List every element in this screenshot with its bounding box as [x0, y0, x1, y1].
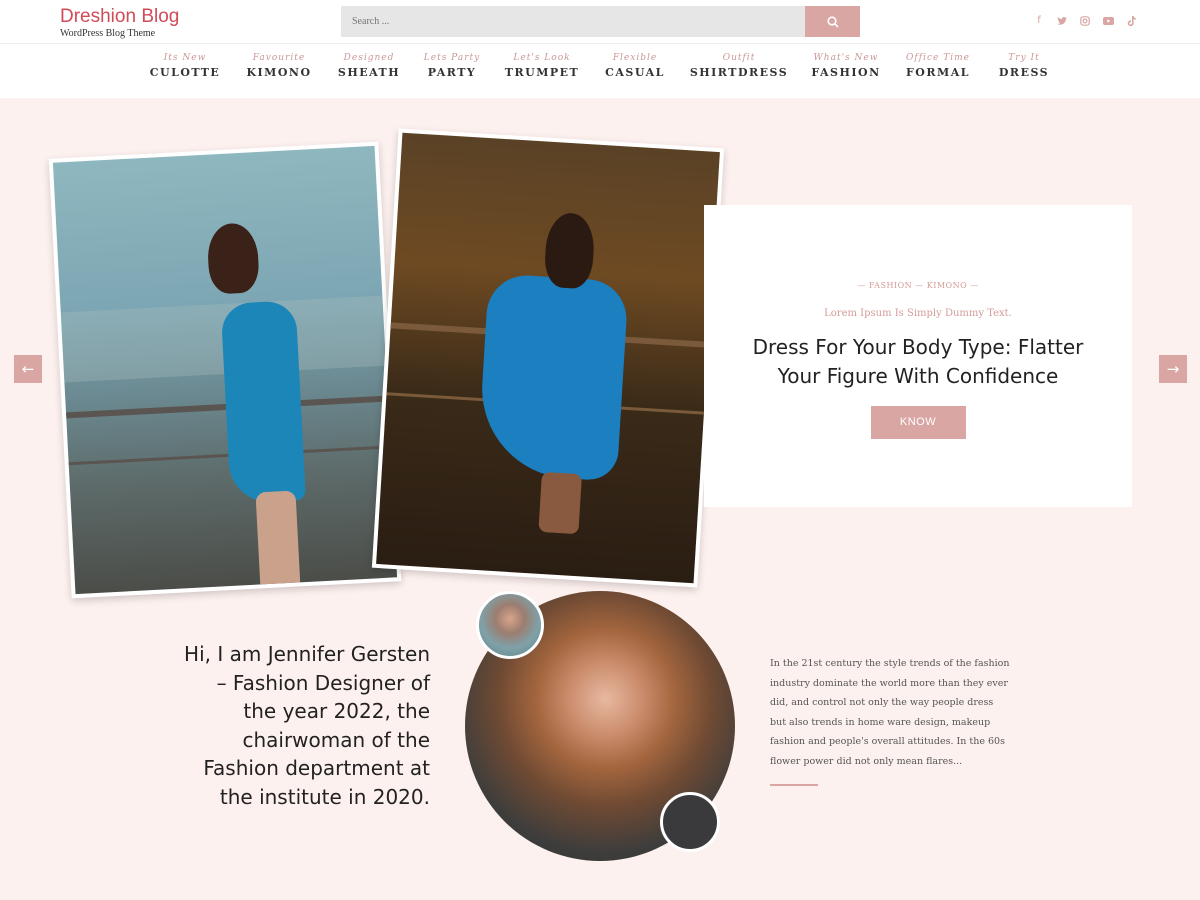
about-intro: Hi, I am Jennifer Gersten – Fashion Desi… — [184, 642, 430, 809]
twitter-icon[interactable] — [1055, 14, 1069, 28]
slide-categories[interactable]: — FASHION — KIMONO — — [704, 281, 1132, 290]
slide-photo-right — [371, 128, 725, 588]
nav-item-dress[interactable]: Try It DRESS — [969, 53, 1079, 81]
slider-next-button[interactable]: → — [1159, 355, 1187, 383]
profile-thumbnail — [476, 591, 544, 659]
nav-item-subtitle: Try It — [1008, 53, 1040, 63]
slide-photo-left — [48, 141, 402, 599]
tiktok-icon[interactable] — [1124, 14, 1138, 28]
main-navigation: Its New CULOTTE Favourite KIMONO Designed S… — [0, 45, 1200, 98]
nav-item-casual[interactable]: Flexible CASUAL — [580, 53, 690, 81]
slider-prev-button[interactable]: ← — [14, 355, 42, 383]
slide-title[interactable]: Dress For Your Body Type: Flatter Your F… — [748, 333, 1088, 391]
site-title[interactable]: Dreshion Blog — [60, 6, 179, 28]
instagram-icon[interactable] — [1078, 14, 1092, 28]
facebook-icon[interactable]: f — [1032, 14, 1046, 28]
top-header: Dreshion Blog WordPress Blog Theme f — [0, 0, 1200, 44]
social-links: f — [1032, 14, 1138, 28]
nav-item-subtitle: Flexible — [612, 53, 658, 63]
nav-item-label[interactable]: CASUAL — [580, 65, 690, 81]
nav-item-subtitle: Outfit — [722, 53, 756, 63]
slide-content-card: — FASHION — KIMONO — Lorem Ipsum Is Simp… — [704, 205, 1132, 507]
slide-subtitle: Lorem Ipsum Is Simply Dummy Text. — [824, 308, 1012, 319]
search-icon — [826, 15, 839, 28]
nav-item-label[interactable]: DRESS — [969, 65, 1079, 81]
know-more-button[interactable]: KNOW MORE — [870, 406, 966, 461]
about-description: In the 21st century the style trends of … — [770, 658, 1010, 767]
youtube-icon[interactable] — [1101, 14, 1115, 28]
search-input[interactable] — [341, 6, 805, 37]
about-divider — [770, 784, 818, 786]
search-button[interactable] — [805, 6, 860, 37]
site-brand[interactable]: Dreshion Blog WordPress Blog Theme — [60, 6, 179, 40]
arrow-right-icon: → — [1166, 360, 1180, 378]
nav-item-label[interactable]: SHIRTDRESS — [684, 65, 794, 81]
arrow-left-icon: ← — [21, 360, 35, 378]
profile-decor-circle — [660, 792, 720, 852]
site-tagline: WordPress Blog Theme — [60, 28, 156, 39]
search-form — [341, 6, 860, 37]
nav-item-shirtdress[interactable]: Outfit SHIRTDRESS — [684, 53, 794, 81]
